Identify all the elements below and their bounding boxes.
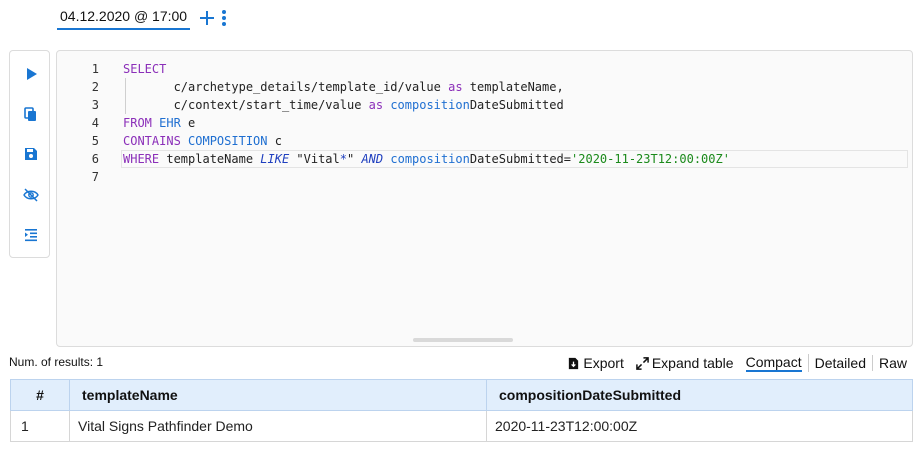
table-cell: Vital Signs Pathfinder Demo: [69, 410, 487, 442]
code-line[interactable]: c/context/start_time/value as compositio…: [123, 96, 908, 114]
code-token: AND: [361, 152, 384, 166]
code-token: templateName,: [462, 80, 564, 94]
code-token: composition: [390, 152, 470, 166]
code-token: e: [180, 116, 196, 130]
format-query-button[interactable]: [10, 221, 51, 249]
code-token: c: [267, 134, 282, 148]
format-indent-icon: [24, 229, 37, 242]
line-number-gutter: 1 2 3 4 5 6 7: [57, 60, 99, 186]
play-icon: [26, 68, 37, 80]
code-token: ": [347, 152, 362, 166]
indent-guide: [125, 96, 126, 114]
code-token: WHERE: [123, 152, 160, 166]
results-actions: Export Expand table Compact Detailed Raw: [561, 352, 913, 374]
results-count: Num. of results: 1: [9, 355, 104, 369]
line-number: 6: [91, 152, 99, 166]
line-number: 7: [91, 170, 99, 184]
code-token: LIKE: [260, 152, 290, 166]
table-header-row: # templateName compositionDateSubmitted: [10, 379, 913, 411]
column-header[interactable]: #: [10, 379, 70, 411]
copy-icon: [23, 107, 36, 121]
table-cell: 1: [10, 410, 70, 442]
code-token: COMPOSITION: [188, 134, 268, 148]
tab-query[interactable]: 04.12.2020 @ 17:00: [57, 6, 191, 30]
table-row: 1 Vital Signs Pathfinder Demo 2020-11-23…: [10, 410, 913, 442]
column-header[interactable]: templateName: [69, 379, 487, 411]
code-token: '2020-11-23T12:00:00Z': [571, 152, 730, 166]
code-token: SELECT: [123, 62, 167, 76]
code-line[interactable]: SELECT: [123, 60, 908, 78]
editor-toolbar: [9, 50, 50, 258]
expand-table-button[interactable]: Expand table: [630, 355, 740, 371]
code-area[interactable]: SELECT c/archetype_details/template_id/v…: [121, 60, 908, 186]
code-token: FROM: [123, 116, 152, 130]
view-raw-button[interactable]: Raw: [873, 355, 913, 371]
code-token: c/context/start_time/value: [123, 98, 369, 112]
query-editor[interactable]: 1 2 3 4 5 6 7 SELECT c/archetype_details/templ…: [56, 50, 913, 347]
table-cell: 2020-11-23T12:00:00Z: [486, 410, 913, 442]
expand-icon: [636, 356, 649, 370]
code-token: DateSubmitted: [469, 98, 564, 112]
eye-off-icon: [22, 188, 39, 202]
add-tab-icon[interactable]: [198, 9, 216, 27]
horizontal-scrollbar[interactable]: [413, 338, 513, 342]
code-line[interactable]: [123, 168, 908, 186]
export-button[interactable]: Export: [561, 355, 629, 371]
code-token: as: [448, 80, 463, 94]
toggle-visibility-button[interactable]: [10, 181, 51, 209]
code-token: "Vital: [289, 152, 340, 166]
code-line[interactable]: FROM EHR e: [123, 114, 908, 132]
line-number: 5: [91, 134, 99, 148]
indent-guide: [125, 78, 126, 96]
code-token: as: [368, 98, 384, 112]
line-number: 3: [91, 98, 99, 112]
code-line[interactable]: WHERE templateName LIKE "Vital*" AND com…: [121, 150, 908, 168]
code-token: *: [339, 152, 347, 166]
view-compact-button[interactable]: Compact: [740, 354, 809, 372]
code-token: templateName: [159, 152, 261, 166]
view-detailed-button[interactable]: Detailed: [809, 355, 873, 371]
line-number: 1: [91, 62, 99, 76]
code-token: DateSubmitted=: [469, 152, 572, 166]
copy-query-button[interactable]: [10, 100, 51, 128]
run-query-button[interactable]: [10, 60, 51, 88]
code-line[interactable]: CONTAINS COMPOSITION c: [123, 132, 908, 150]
code-token: c/archetype_details/template_id/value: [123, 80, 449, 94]
save-query-button[interactable]: [10, 140, 51, 168]
line-number: 2: [91, 80, 99, 94]
code-line[interactable]: c/archetype_details/template_id/value as…: [123, 78, 908, 96]
tab-bar: 04.12.2020 @ 17:00: [57, 5, 227, 31]
code-token: composition: [390, 98, 470, 112]
line-number: 4: [91, 116, 99, 130]
results-table: # templateName compositionDateSubmitted …: [10, 379, 913, 442]
code-token: CONTAINS: [123, 134, 181, 148]
file-download-icon: [569, 357, 579, 369]
save-icon: [24, 148, 37, 160]
code-token: EHR: [159, 116, 181, 130]
column-header[interactable]: compositionDateSubmitted: [486, 379, 913, 411]
more-options-icon[interactable]: [221, 9, 227, 27]
